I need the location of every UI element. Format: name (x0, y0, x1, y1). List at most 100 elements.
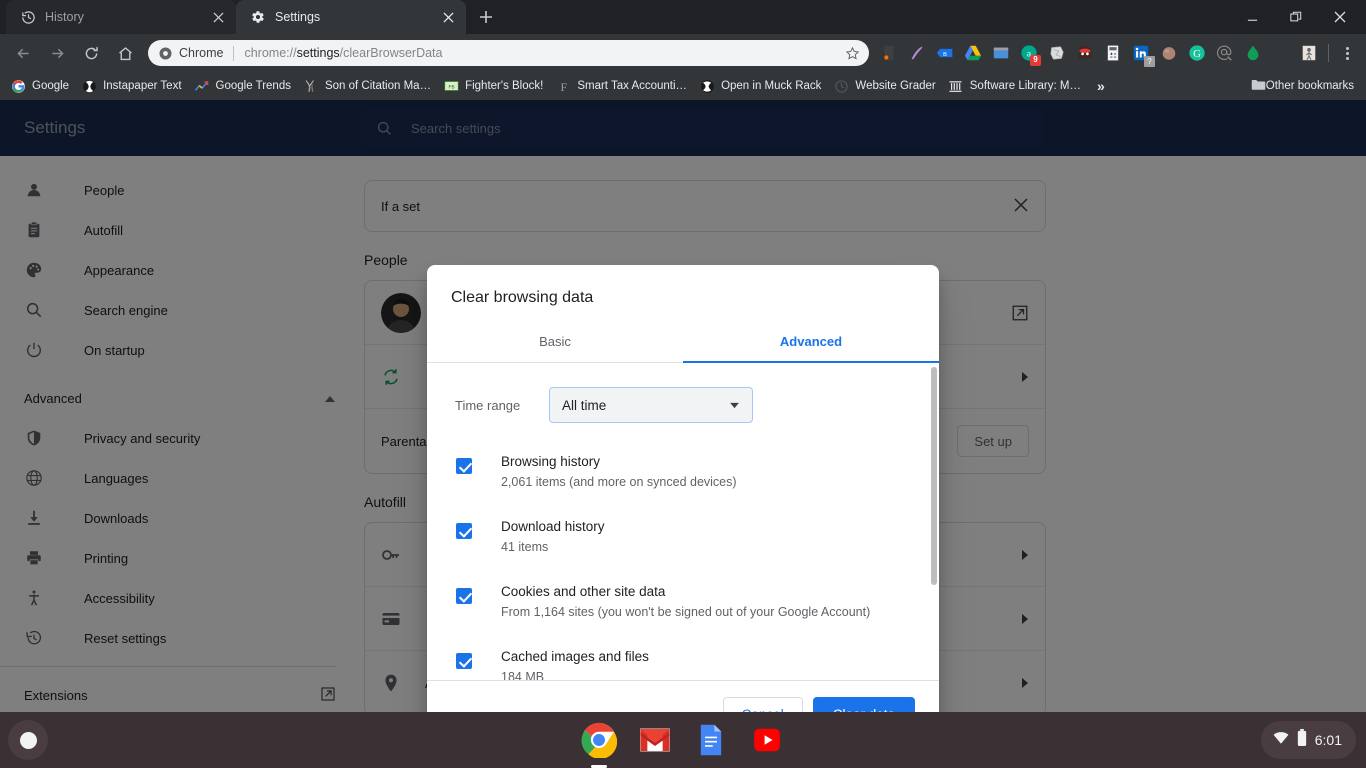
tab-settings[interactable]: Settings (236, 0, 466, 34)
grammarly-extension-icon[interactable]: G (1184, 40, 1210, 66)
linkedin-extension-icon[interactable]: ? (1128, 40, 1155, 67)
svg-text:B: B (943, 52, 947, 58)
time-range-label: Time range (455, 397, 521, 413)
back-arrow-icon[interactable] (8, 38, 38, 68)
toolbar-divider (1328, 44, 1329, 62)
checkbox-row-cached-images[interactable]: Cached images and files 184 MB (455, 640, 915, 680)
checkbox-row-cookies[interactable]: Cookies and other site data From 1,164 s… (455, 575, 915, 622)
bookmark-label: Son of Citation Ma… (324, 80, 432, 92)
dialog-scrollbar[interactable] (931, 367, 937, 676)
extension-badge: ? (1144, 56, 1155, 67)
checkbox-label: Browsing history (501, 454, 601, 469)
close-icon[interactable] (1318, 1, 1362, 33)
battery-icon (1297, 729, 1307, 751)
checkbox-row-download-history[interactable]: Download history 41 items (455, 510, 915, 557)
amazon-assistant-extension-icon[interactable]: a 9 (1016, 40, 1042, 66)
other-bookmarks-button[interactable]: Other bookmarks (1245, 75, 1360, 97)
tab-history[interactable]: History (6, 0, 236, 34)
clock-label: 6:01 (1314, 732, 1342, 748)
feather-extension-icon[interactable] (904, 40, 930, 66)
close-icon[interactable] (210, 9, 226, 25)
person-extension-icon[interactable] (1296, 40, 1322, 66)
bluetag-extension-icon[interactable]: B (932, 40, 958, 66)
trends-icon (194, 78, 210, 94)
page-viewport: Settings Search settings (0, 100, 1366, 712)
bookmark-google[interactable]: Google (6, 75, 77, 97)
bookmark-open-in-muck-rack[interactable]: Open in Muck Rack (695, 75, 829, 97)
bookmark-software-library[interactable]: Software Library: M… (944, 75, 1089, 97)
chip-label: Chrome (179, 46, 224, 60)
history-icon (20, 9, 36, 25)
dialog-scroll-area: Time range All time Browsing history 2,0… (427, 363, 939, 680)
forward-arrow-icon[interactable] (42, 38, 72, 68)
reload-icon[interactable] (76, 38, 106, 68)
checkbox-label: Cookies and other site data (501, 584, 666, 599)
instapaper-icon (81, 78, 97, 94)
folder-icon (1251, 78, 1266, 94)
ghostery-extension-icon[interactable] (1072, 40, 1098, 66)
bookmark-website-grader[interactable]: Website Grader (829, 75, 943, 97)
chrome-app-icon[interactable] (580, 721, 618, 768)
svg-text:G: G (1193, 48, 1201, 60)
time-range-select[interactable]: All time (549, 387, 753, 423)
bookmark-label: Google Trends (215, 80, 291, 92)
checkbox-cached-images[interactable] (455, 640, 473, 669)
star-icon[interactable] (843, 46, 861, 61)
address-bar[interactable]: Chrome chrome://settings/clearBrowserDat… (148, 40, 869, 66)
google-docs-app-icon[interactable] (692, 721, 730, 759)
maximize-icon[interactable] (1274, 1, 1318, 33)
browser-menu-button[interactable] (1334, 40, 1360, 66)
checkbox-label: Download history (501, 519, 605, 534)
chromeos-shelf: 6:01 (0, 712, 1366, 768)
bookmark-fighters-block[interactable]: FB Fighter's Block! (439, 75, 551, 97)
checkbox-browsing-history[interactable] (455, 445, 473, 474)
tab-basic[interactable]: Basic (427, 321, 683, 362)
other-bookmarks-label: Other bookmarks (1265, 80, 1354, 92)
gmail-app-icon[interactable] (636, 721, 674, 759)
tab-advanced[interactable]: Advanced (683, 321, 939, 363)
tab-title: History (45, 10, 84, 24)
minimize-icon[interactable] (1230, 1, 1274, 33)
bookmark-label: Open in Muck Rack (721, 80, 822, 92)
new-tab-button[interactable] (472, 3, 500, 31)
website-grader-icon (833, 78, 849, 94)
crumpled-paper-extension-icon[interactable] (1044, 40, 1070, 66)
checkbox-sublabel: From 1,164 sites (you won't be signed ou… (501, 605, 871, 619)
scrollbar-thumb[interactable] (931, 367, 937, 585)
checkbox-row-browsing-history[interactable]: Browsing history 2,061 items (and more o… (455, 445, 915, 492)
bookmark-label: Google (32, 80, 70, 92)
bookmarks-overflow-button[interactable]: » (1089, 78, 1113, 94)
home-icon[interactable] (110, 38, 140, 68)
brown-sphere-extension-icon[interactable] (1156, 40, 1182, 66)
youtube-app-icon[interactable] (748, 721, 786, 759)
bookmark-label: Website Grader (855, 80, 936, 92)
archive-icon (948, 78, 964, 94)
at-mention-extension-icon[interactable] (1212, 40, 1238, 66)
wifi-icon (1273, 731, 1289, 750)
extension-icons: B a 9 ? G (875, 40, 1323, 67)
window-controls (1230, 0, 1362, 34)
bookmark-smart-tax-accounting[interactable]: F Smart Tax Accounti… (551, 75, 695, 97)
cancel-button[interactable]: Cancel (722, 697, 803, 712)
fighters-block-icon: FB (443, 78, 459, 94)
door-extension-icon[interactable] (876, 40, 902, 66)
clear-data-button[interactable]: Clear data (812, 697, 915, 712)
bookmark-son-of-citation-machine[interactable]: Son of Citation Ma… (299, 75, 439, 97)
bookmark-google-trends[interactable]: Google Trends (190, 75, 299, 97)
status-tray[interactable]: 6:01 (1260, 721, 1356, 759)
bookmark-instapaper-text[interactable]: Instapaper Text (77, 75, 189, 97)
close-icon[interactable] (440, 9, 456, 25)
google-drive-extension-icon[interactable] (960, 40, 986, 66)
checkbox-download-history[interactable] (455, 510, 473, 539)
calculator-extension-icon[interactable] (1100, 40, 1126, 66)
bookmark-label: Instapaper Text (103, 80, 182, 92)
muckrack-icon (699, 78, 715, 94)
checkbox-cookies[interactable] (455, 575, 473, 604)
smart-tax-icon: F (555, 78, 571, 94)
green-drop-extension-icon[interactable] (1240, 40, 1266, 66)
omnibox-divider (233, 45, 235, 61)
dialog-footer: Cancel Clear data (427, 680, 939, 712)
orange-swirl-extension-icon[interactable] (1268, 40, 1294, 66)
blue-box-extension-icon[interactable] (988, 40, 1014, 66)
svg-text:F: F (560, 80, 567, 94)
